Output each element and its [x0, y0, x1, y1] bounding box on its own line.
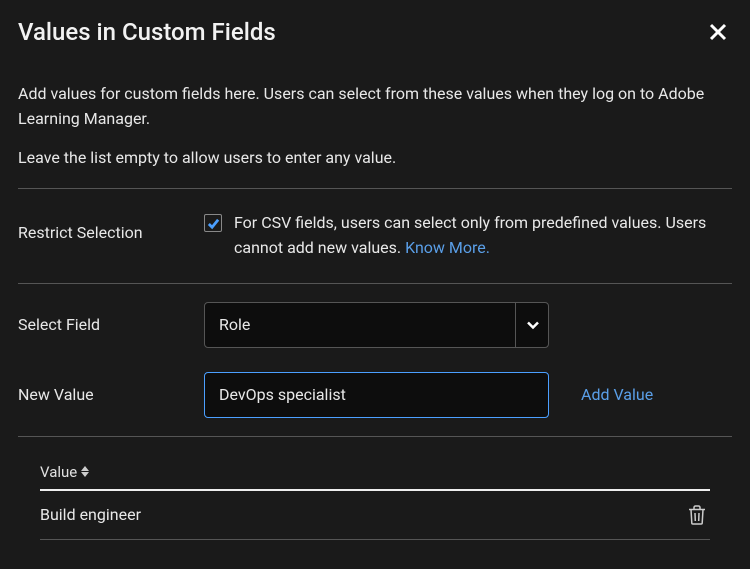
close-button[interactable] [704, 18, 732, 46]
dialog-description-1: Add values for custom fields here. Users… [18, 82, 732, 132]
add-value-button[interactable]: Add Value [581, 385, 653, 404]
sort-icon [81, 466, 89, 477]
select-field-row: Select Field Role [18, 284, 732, 366]
table-row: Build engineer [40, 491, 710, 540]
select-field-dropdown[interactable]: Role [204, 302, 549, 348]
new-value-row: New Value Add Value [18, 366, 732, 436]
dialog-description-2: Leave the list empty to allow users to e… [18, 146, 732, 171]
restrict-selection-description: For CSV fields, users can select only fr… [234, 211, 732, 261]
table-cell-value: Build engineer [40, 505, 141, 524]
delete-row-button[interactable] [688, 505, 710, 525]
restrict-selection-label: Restrict Selection [18, 211, 204, 242]
trash-icon [688, 505, 706, 525]
check-icon [207, 217, 220, 230]
restrict-selection-row: Restrict Selection For CSV fields, users… [18, 189, 732, 283]
values-table: Value Build engineer [18, 437, 732, 540]
dialog-title: Values in Custom Fields [18, 18, 276, 46]
know-more-link[interactable]: Know More. [405, 238, 490, 257]
restrict-selection-checkbox[interactable] [204, 214, 222, 232]
value-column-header[interactable]: Value [40, 463, 89, 481]
new-value-label: New Value [18, 385, 204, 404]
close-icon [708, 22, 728, 42]
select-field-value: Role [219, 315, 250, 334]
new-value-input[interactable] [204, 372, 549, 418]
select-field-label: Select Field [18, 315, 204, 334]
